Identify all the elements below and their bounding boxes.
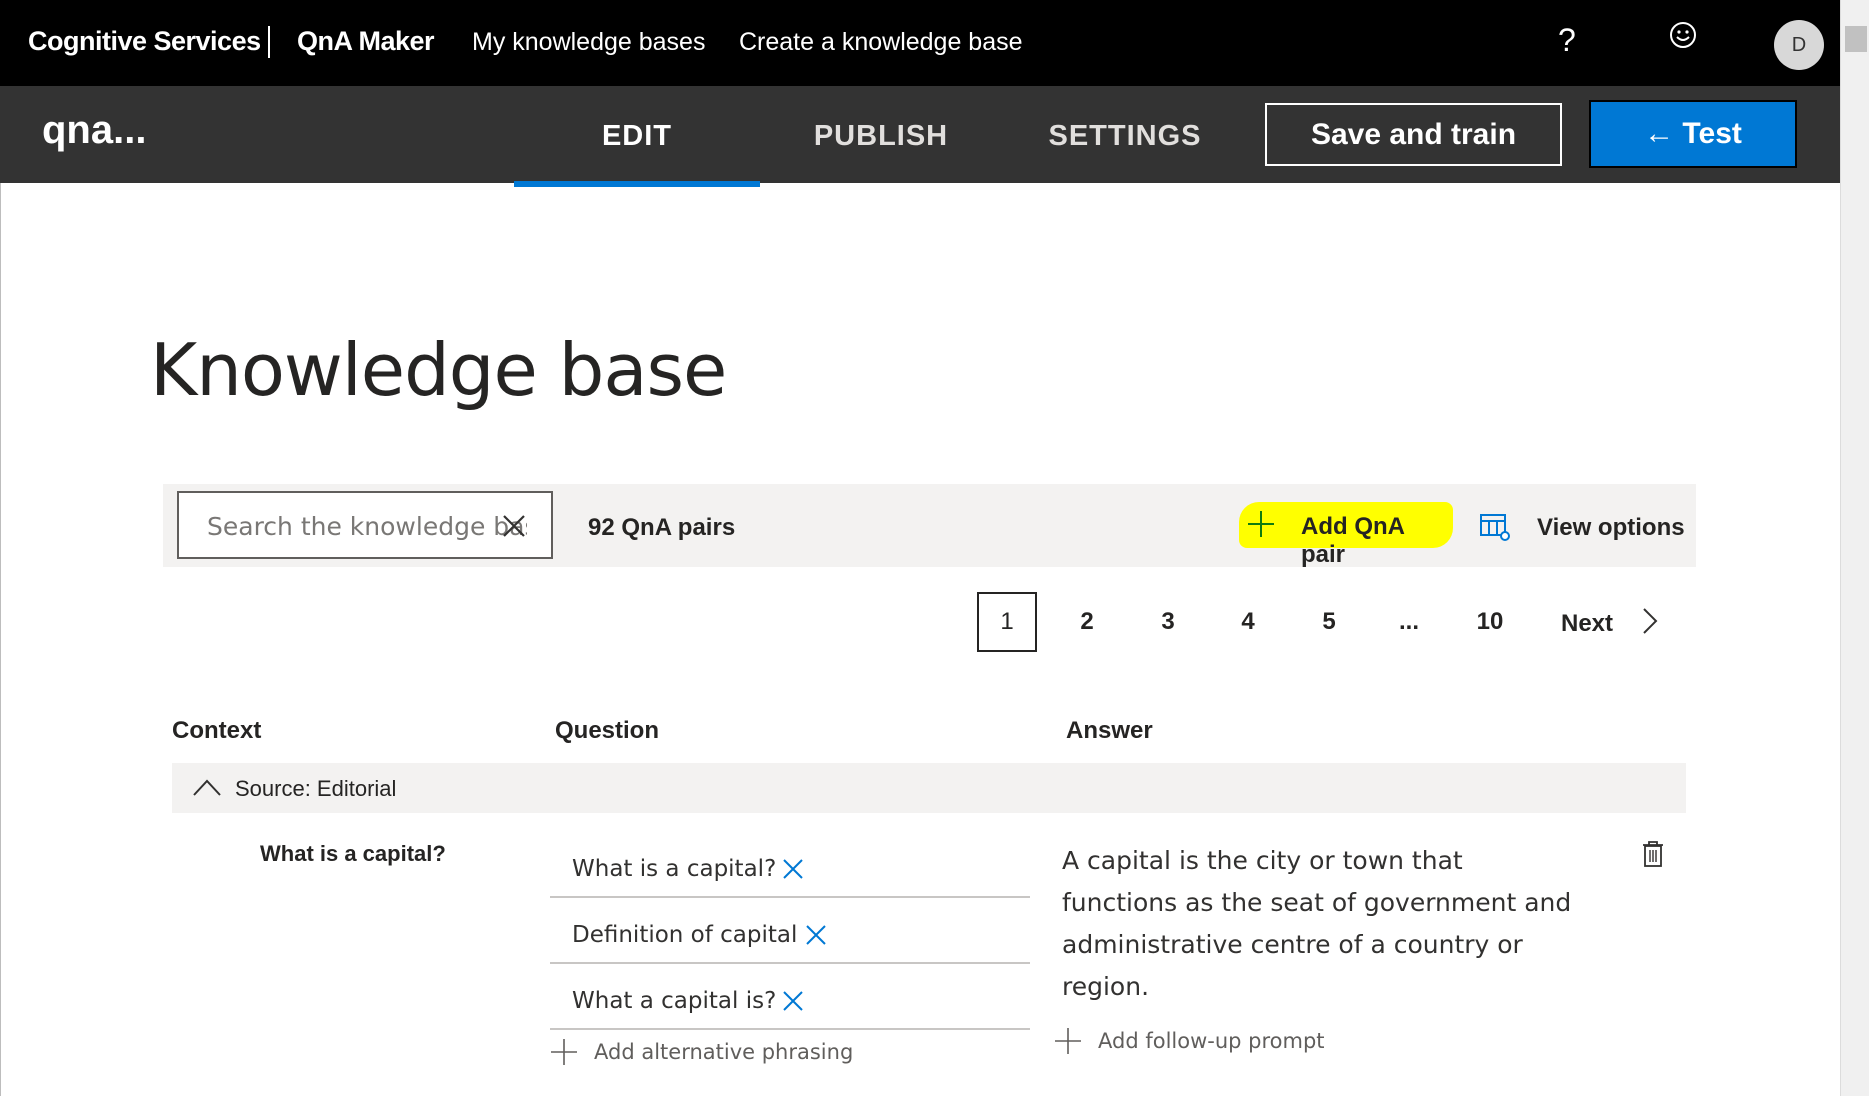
scrollbar-thumb[interactable] [1845,26,1867,52]
tab-publish[interactable]: PUBLISH [758,86,1004,183]
add-alternative-phrasing-label: Add alternative phrasing [594,1040,854,1064]
page-1-button[interactable]: 1 [977,592,1037,652]
next-page-button[interactable]: Next [1561,610,1613,638]
kb-toolbar: 92 QnA pairs Add QnA pair View options [163,484,1696,568]
user-avatar[interactable]: D [1774,20,1824,70]
add-icon [1055,1028,1081,1054]
remove-question-icon[interactable] [805,924,827,946]
tab-settings[interactable]: SETTINGS [1002,86,1248,183]
remove-question-icon[interactable] [782,990,804,1012]
page-10-button[interactable]: 10 [1460,592,1520,652]
page-5-button[interactable]: 5 [1299,592,1359,652]
add-follow-up-prompt-label: Add follow-up prompt [1098,1029,1325,1053]
brand-separator [268,26,270,58]
chevron-right-icon[interactable] [1640,606,1660,636]
cognitive-services-link[interactable]: Cognitive Services [28,26,261,57]
help-icon[interactable]: ? [1558,22,1576,59]
vertical-scrollbar[interactable] [1840,0,1869,1096]
delete-trash-icon[interactable] [1641,840,1665,868]
page-title: Knowledge base [150,328,727,412]
qna-pair-count: 92 QnA pairs [588,514,736,541]
context-question: What is a capital? [260,841,446,866]
page-ellipsis: ... [1398,608,1419,635]
view-options-button[interactable]: View options [1537,514,1685,542]
question-text[interactable]: What is a capital? [572,856,776,882]
pagination: 1 2 3 4 5 ... 10 Next [0,592,1700,652]
question-text[interactable]: Definition of capital [572,922,797,948]
test-button[interactable]: ← Test [1589,100,1797,168]
feedback-smiley-icon[interactable] [1668,20,1698,50]
add-qna-pair-button[interactable]: Add QnA pair [1239,502,1453,568]
add-qna-pair-label: Add QnA pair [1301,513,1405,568]
source-label: Source: Editorial [235,776,397,801]
qna-maker-link[interactable]: QnA Maker [297,26,435,57]
search-input[interactable] [207,507,527,545]
save-and-train-button[interactable]: Save and train [1265,103,1562,166]
answer-text[interactable]: A capital is the city or town that funct… [1062,840,1582,1008]
column-header-context: Context [172,717,262,744]
knowledge-base-bar: qna... EDIT PUBLISH SETTINGS Save and tr… [0,86,1840,187]
kb-name: qna... [42,108,147,152]
source-group-header[interactable]: Source: Editorial [172,763,1686,813]
clear-search-icon[interactable] [501,513,527,539]
search-box[interactable] [177,491,553,559]
chevron-up-icon[interactable] [192,777,222,797]
column-header-answer: Answer [1066,717,1153,744]
add-icon [551,1039,577,1065]
page-3-button[interactable]: 3 [1138,592,1198,652]
question-item[interactable]: What a capital is? [550,966,1030,1030]
page-4-button[interactable]: 4 [1218,592,1278,652]
top-navigation-bar: Cognitive Services QnA Maker My knowledg… [0,0,1840,86]
page-2-button[interactable]: 2 [1057,592,1117,652]
question-item[interactable]: What is a capital? [550,834,1030,898]
remove-question-icon[interactable] [782,858,804,880]
question-text[interactable]: What a capital is? [572,988,776,1014]
add-icon [1248,511,1274,537]
nav-my-knowledge-bases[interactable]: My knowledge bases [472,28,705,57]
column-header-question: Question [555,717,660,744]
view-options-icon[interactable] [1479,512,1511,542]
nav-create-knowledge-base[interactable]: Create a knowledge base [739,28,1023,57]
tab-edit[interactable]: EDIT [514,86,760,187]
question-item[interactable]: Definition of capital [550,900,1030,964]
